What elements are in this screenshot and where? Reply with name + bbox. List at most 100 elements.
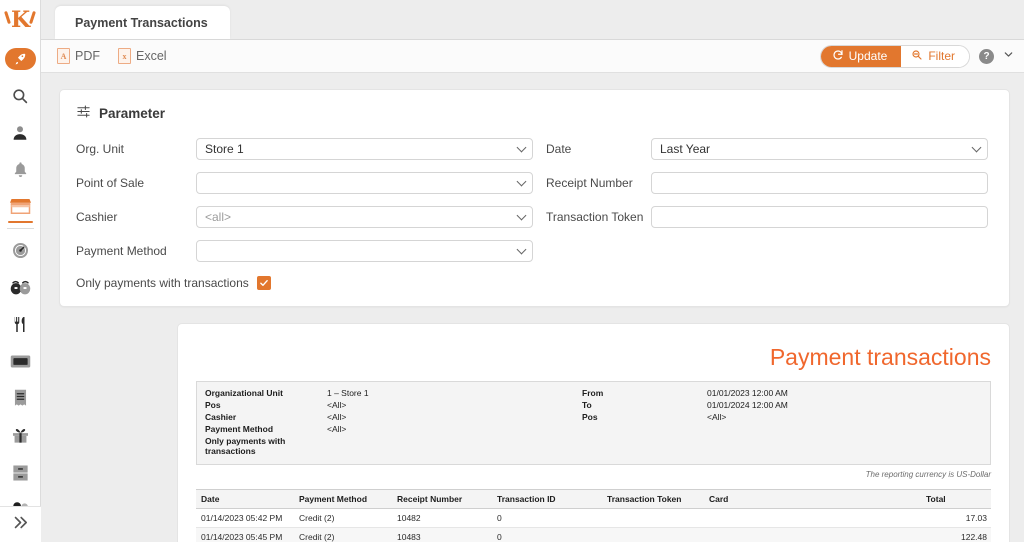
- org-unit-select[interactable]: Store 1: [196, 138, 533, 160]
- toolbar: A PDF x Excel Update: [41, 40, 1024, 73]
- receipt-icon: [13, 389, 28, 408]
- sidebar-divider: [7, 228, 34, 229]
- gauge-icon: [11, 241, 30, 260]
- chevron-down-icon: [517, 177, 527, 187]
- double-chevron-right-icon: [12, 514, 29, 536]
- table-row[interactable]: 01/14/2023 05:45 PM Credit (2) 10483 0 1…: [196, 528, 991, 542]
- cell-payment-method[interactable]: Credit (2): [294, 509, 392, 528]
- rocket-icon: [5, 48, 36, 70]
- sidebar-item-rocket[interactable]: [0, 40, 41, 77]
- toolbar-actions: Update Filter ?: [820, 45, 1014, 68]
- tab-label: Payment Transactions: [75, 16, 208, 30]
- only-payments-checkbox[interactable]: [257, 276, 271, 290]
- sidebar-item-gastronomy[interactable]: [0, 306, 41, 343]
- meta-value: 01/01/2024 12:00 AM: [707, 400, 982, 410]
- meta-value: [327, 436, 582, 456]
- sidebar-item-receipts[interactable]: [0, 380, 41, 417]
- sidebar-item-tickets[interactable]: [0, 343, 41, 380]
- th-receipt-number[interactable]: Receipt Number: [392, 490, 492, 509]
- transaction-token-input[interactable]: [651, 206, 988, 228]
- meta-key: From: [582, 388, 707, 398]
- th-transaction-token[interactable]: Transaction Token: [602, 490, 704, 509]
- export-excel-button[interactable]: x Excel: [118, 48, 167, 64]
- meta-key: Pos: [582, 412, 707, 422]
- sidebar-item-search[interactable]: [0, 77, 41, 114]
- meta-key: Only payments with transactions: [205, 436, 327, 456]
- sidebar-item-notifications[interactable]: [0, 151, 41, 188]
- sidebar-expand-button[interactable]: [0, 506, 41, 542]
- search-icon: [11, 87, 29, 105]
- sidebar-item-theater[interactable]: [0, 269, 41, 306]
- cashier-value: <all>: [205, 210, 231, 224]
- sidebar-item-store[interactable]: [0, 188, 41, 225]
- export-pdf-button[interactable]: A PDF: [57, 48, 100, 64]
- meta-key: Payment Method: [205, 424, 327, 434]
- meta-key: Pos: [205, 400, 327, 410]
- main-area: Payment Transactions A PDF x Excel: [41, 0, 1024, 542]
- meta-key: Cashier: [205, 412, 327, 422]
- chevron-down-icon: [517, 143, 527, 153]
- table-row[interactable]: 01/14/2023 05:42 PM Credit (2) 10482 0 1…: [196, 509, 991, 528]
- cashier-select[interactable]: <all>: [196, 206, 533, 228]
- cell-transaction-token: [602, 528, 704, 542]
- date-value: Last Year: [660, 142, 710, 156]
- cell-transaction-token: [602, 509, 704, 528]
- cell-date: 01/14/2023 05:45 PM: [196, 528, 294, 542]
- meta-key: To: [582, 400, 707, 410]
- org-unit-value: Store 1: [205, 142, 244, 156]
- chevron-down-icon: [517, 211, 527, 221]
- transactions-table: Date Payment Method Receipt Number Trans…: [196, 489, 991, 542]
- cell-date: 01/14/2023 05:42 PM: [196, 509, 294, 528]
- th-payment-method[interactable]: Payment Method: [294, 490, 392, 509]
- only-payments-label: Only payments with transactions: [76, 276, 249, 290]
- cell-card: [704, 509, 921, 528]
- filter-button[interactable]: Filter: [901, 45, 969, 68]
- only-payments-row: Only payments with transactions: [76, 276, 993, 290]
- sliders-icon: [76, 104, 91, 122]
- chevron-down-icon[interactable]: [1003, 47, 1014, 65]
- label-receipt-number: Receipt Number: [533, 176, 651, 190]
- store-icon: [10, 198, 31, 215]
- th-date[interactable]: Date: [196, 490, 294, 509]
- cell-receipt-number[interactable]: 10482: [392, 509, 492, 528]
- gift-icon: [11, 426, 30, 445]
- update-button[interactable]: Update: [821, 45, 902, 68]
- sidebar: K: [0, 0, 41, 542]
- parameter-heading: Parameter: [76, 104, 993, 122]
- app-root: K: [0, 0, 1024, 542]
- cell-receipt-number[interactable]: 10483: [392, 528, 492, 542]
- toolbar-export-group: A PDF x Excel: [57, 48, 167, 64]
- sidebar-item-dashboard[interactable]: [0, 232, 41, 269]
- sidebar-item-customers[interactable]: [0, 114, 41, 151]
- payment-method-select[interactable]: [196, 240, 533, 262]
- sidebar-item-inventory[interactable]: [0, 454, 41, 491]
- receipt-number-input[interactable]: [651, 172, 988, 194]
- drawer-icon: [11, 464, 30, 482]
- mask-icon: [10, 280, 31, 296]
- cell-card: [704, 528, 921, 542]
- meta-value: <All>: [707, 412, 982, 422]
- refresh-icon: [832, 49, 844, 64]
- label-cashier: Cashier: [76, 210, 196, 224]
- point-of-sale-select[interactable]: [196, 172, 533, 194]
- parameter-grid: Org. Unit Store 1 Date Last Year Point o…: [76, 138, 993, 262]
- th-total[interactable]: Total: [921, 490, 991, 509]
- th-card[interactable]: Card: [704, 490, 921, 509]
- bell-icon: [12, 161, 29, 178]
- date-select[interactable]: Last Year: [651, 138, 988, 160]
- korona-logo[interactable]: K: [0, 0, 41, 40]
- tab-payment-transactions[interactable]: Payment Transactions: [55, 6, 230, 39]
- help-icon[interactable]: ?: [979, 49, 994, 64]
- meta-value: 1 – Store 1: [327, 388, 582, 398]
- sidebar-item-vouchers[interactable]: [0, 417, 41, 454]
- label-date: Date: [533, 142, 651, 156]
- tab-bar: Payment Transactions: [41, 0, 1024, 40]
- magnifier-minus-icon: [911, 49, 923, 64]
- meta-value: [707, 424, 982, 434]
- report-meta-grid: Organizational Unit 1 – Store 1 From 01/…: [205, 388, 982, 456]
- th-transaction-id[interactable]: Transaction ID: [492, 490, 602, 509]
- person-icon: [11, 124, 29, 142]
- chevron-down-icon: [517, 245, 527, 255]
- cell-payment-method[interactable]: Credit (2): [294, 528, 392, 542]
- pdf-file-icon: A: [57, 48, 70, 64]
